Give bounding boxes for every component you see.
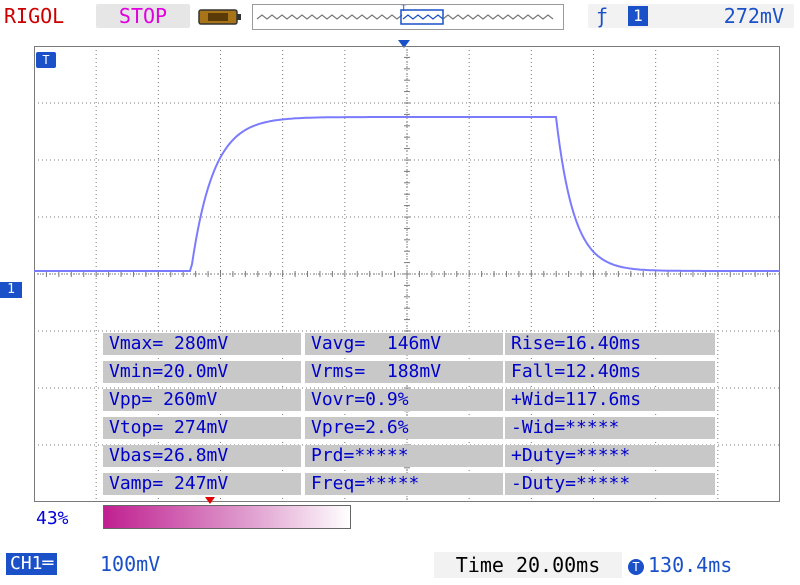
measurement-cell: Vpre=2.6%: [305, 417, 503, 439]
memory-depth-bar: [103, 505, 351, 529]
run-stop-status[interactable]: STOP: [96, 4, 190, 28]
timebar-waveform-right: [442, 14, 554, 20]
measurement-cell: Prd=*****: [305, 445, 503, 467]
measurement-cell: -Duty=*****: [505, 473, 715, 495]
measurement-cell: Vamp= 247mV: [103, 473, 301, 495]
measurement-cell: Vmin=20.0mV: [103, 361, 301, 383]
measurement-cell: -Wid=*****: [505, 417, 715, 439]
top-status-bar: RIGOL STOP T ƒ 1 272mV: [0, 0, 800, 34]
timebar-window-wave: [402, 14, 444, 20]
measurement-cell: Vavg= 146mV: [305, 333, 503, 355]
measurement-cell: Freq=*****: [305, 473, 503, 495]
memory-position-marker-icon: [205, 497, 215, 504]
timebar-waveform-left: [256, 14, 403, 20]
measurement-cell: Vbas=26.8mV: [103, 445, 301, 467]
measurement-cell: Fall=12.40ms: [505, 361, 715, 383]
timebar-trigger-marker: T: [401, 4, 407, 14]
bottom-status-bar: CH1═ 100mV Time 20.00ms T 130.4ms: [0, 548, 800, 585]
channel1-label[interactable]: CH1═: [6, 553, 58, 575]
timebar-window: [400, 9, 444, 25]
channel1-label-text: CH1: [10, 553, 43, 574]
dc-coupling-icon: ═: [42, 553, 54, 574]
trigger-level: 272mV: [723, 4, 784, 28]
measurement-cell: +Wid=117.6ms: [505, 389, 715, 411]
memory-battery-icon: [198, 9, 241, 25]
brand-logo: RIGOL: [4, 4, 65, 28]
channel1-ground-marker[interactable]: 1: [0, 282, 22, 298]
horizontal-position[interactable]: T 130.4ms: [628, 552, 796, 578]
time-base[interactable]: Time 20.00ms: [434, 552, 622, 578]
memory-percent: 43%: [36, 508, 69, 529]
measurement-cell: Vrms= 188mV: [305, 361, 503, 383]
trigger-position-icon: T: [628, 558, 644, 575]
measurement-cell: Rise=16.40ms: [505, 333, 715, 355]
rising-edge-icon: ƒ: [596, 4, 609, 28]
trigger-channel-badge: 1: [628, 6, 648, 26]
measurement-cell: +Duty=*****: [505, 445, 715, 467]
measurement-cell: Vovr=0.9%: [305, 389, 503, 411]
trigger-info[interactable]: ƒ 1 272mV: [588, 4, 794, 28]
measurement-cell: Vmax= 280mV: [103, 333, 301, 355]
measurement-cell: Vpp= 260mV: [103, 389, 301, 411]
memory-timebar[interactable]: T: [252, 4, 564, 30]
measurement-cell: Vtop= 274mV: [103, 417, 301, 439]
vertical-scale[interactable]: 100mV: [100, 552, 160, 576]
horizontal-position-value: 130.4ms: [648, 553, 733, 577]
